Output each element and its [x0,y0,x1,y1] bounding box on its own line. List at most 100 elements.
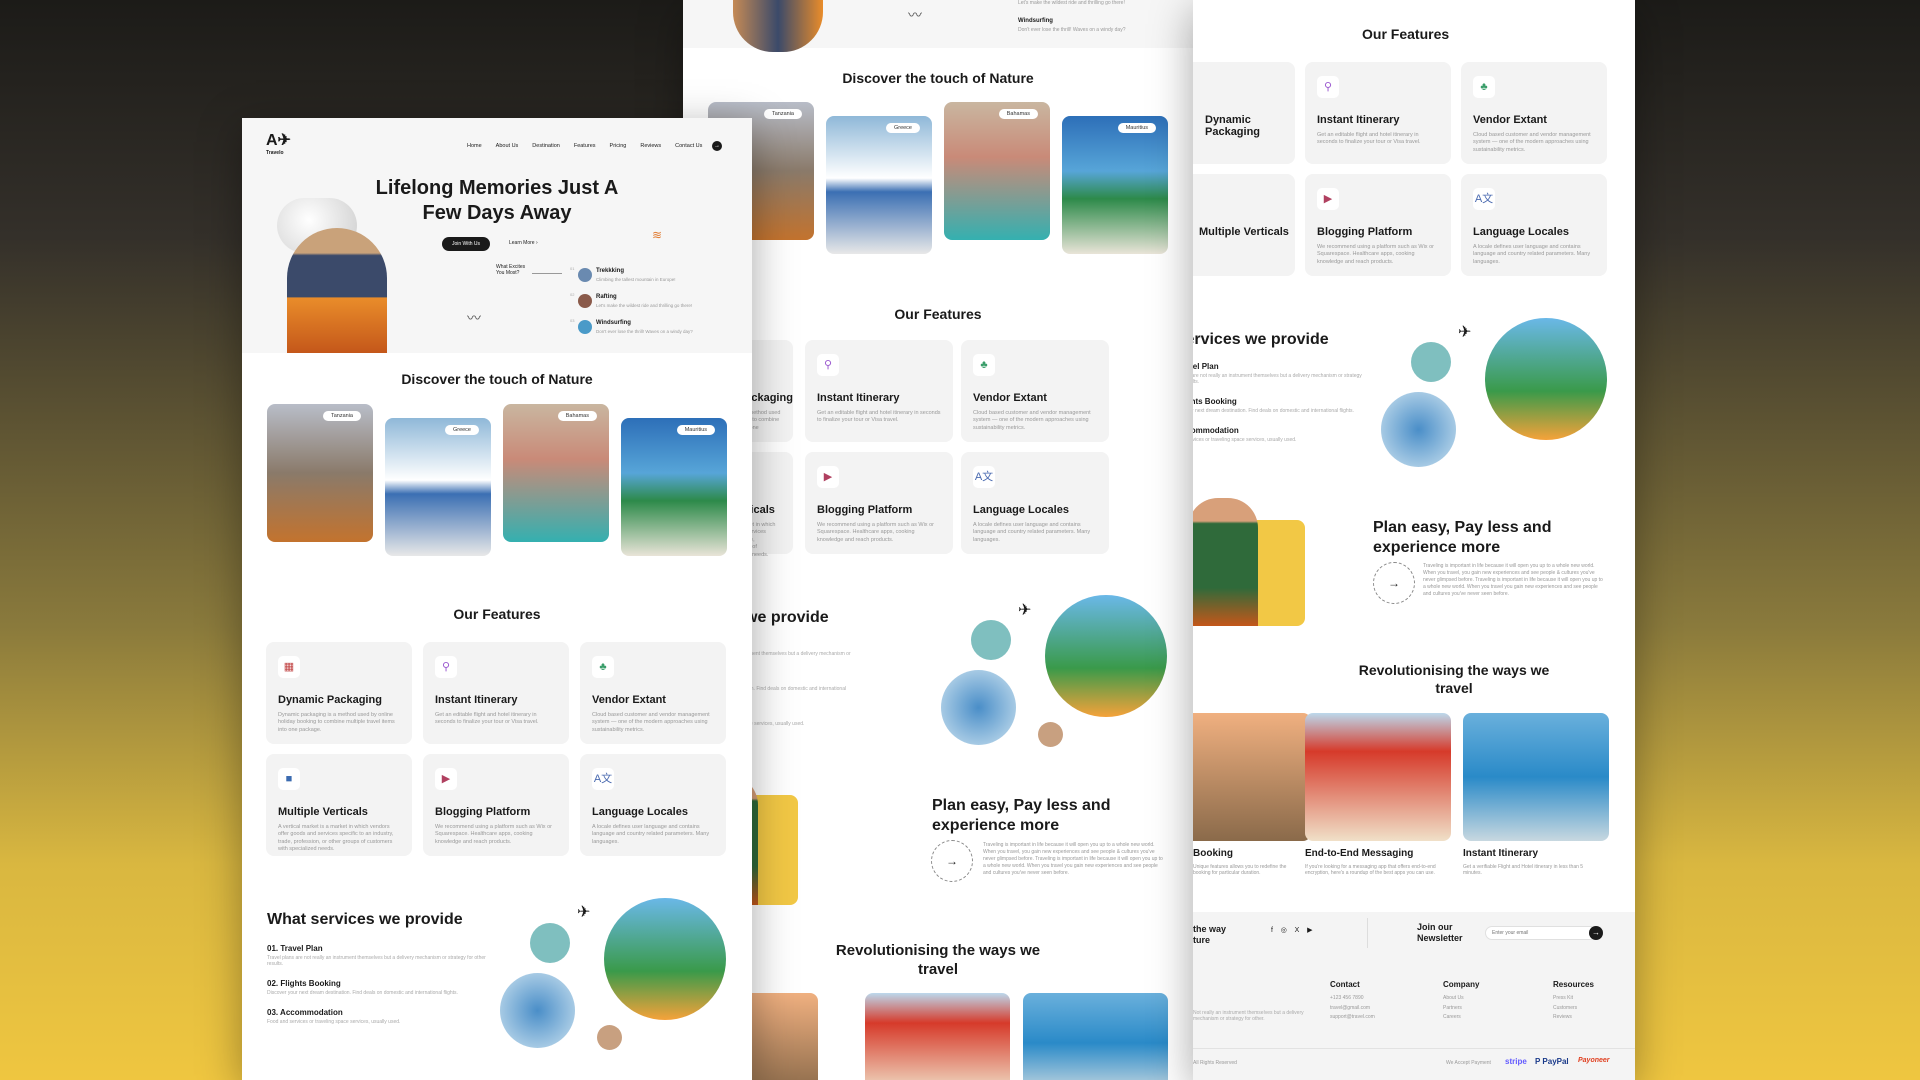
destination-pill: Bahamas [998,109,1038,119]
revolution-title-line: travel [1435,679,1473,696]
footer-divider [1367,918,1368,948]
x-icon[interactable]: X [1295,927,1300,934]
traveler-small-image [1411,342,1451,382]
footer-link[interactable]: About Us [1443,994,1464,1004]
plane-window-image [500,973,575,1048]
service-name[interactable]: 02. Flights Booking [267,979,487,988]
activity-name[interactable]: Rafting [596,294,617,300]
sun-doodle-icon: 〰 [908,7,922,23]
explore-arrow-badge[interactable]: → [1373,562,1415,604]
newsletter-email-input[interactable] [1485,926,1597,940]
footer-link[interactable]: travel@gmail.com [1330,1004,1375,1014]
feature-card: Multiple Verticals [1193,174,1295,276]
feature-name: Language Locales [973,504,1069,516]
feature-name: Blogging Platform [435,806,531,818]
newsletter-title-line: Join our [1417,922,1453,932]
plan-title: Plan easy, Pay less and experience more [932,796,1110,836]
activity-desc: Let's make the wildest ride and thrillin… [596,303,693,308]
destination-card-mauritius[interactable]: Mauritius [621,418,727,556]
destination-card-tanzania[interactable]: Tanzania [267,404,373,542]
footer-link[interactable]: Partners [1443,1004,1464,1014]
service-name[interactable]: 03. Accommodation [267,1008,487,1017]
learn-more-link[interactable]: Learn More › [509,240,538,246]
footer-link[interactable]: Customers [1553,1004,1577,1014]
contact-arrow-icon[interactable]: → [712,141,722,151]
footer-link[interactable]: Careers [1443,1013,1464,1023]
join-button[interactable]: Join With Us [442,237,490,251]
feature-desc: We recommend using a platform such as Wi… [1317,244,1434,265]
destination-pill: Mauritius [1117,123,1156,133]
footer-link[interactable]: Press Kit [1553,994,1577,1004]
youtube-icon[interactable]: ▶ [1307,927,1312,934]
feature-name: Instant Itinerary [1317,114,1400,126]
nav-pricing[interactable]: Pricing [610,143,627,149]
instagram-icon[interactable]: ◎ [1281,927,1287,934]
activity-name[interactable]: Trekkking [596,268,624,274]
footer-col-title: Resources [1553,980,1594,989]
feature-card: A文 Language Locales A locale defines user … [961,452,1109,554]
footer-col-title: Contact [1330,980,1360,989]
activity-desc: Let's make the wildest ride and thrillin… [1018,0,1125,6]
feature-card-language-locales[interactable]: A文 Language Locales A locale defines user … [580,754,726,856]
feature-card-blogging-platform[interactable]: ▶ Blogging Platform We recommend using a p… [423,754,569,856]
footer-link[interactable]: Reviews [1553,1013,1577,1023]
activity-desc: Climbing the tallest mountain in Europe! [596,277,676,282]
destination-card-bahamas[interactable]: Bahamas [503,404,609,542]
map-pin-icon: ⚲ [817,354,839,376]
destination-card-bahamas[interactable]: Bahamas [944,102,1050,240]
social-links: f ◎ X ▶ [1271,926,1312,934]
feature-card: ⚲ Instant Itinerary Get an editable flight… [805,340,953,442]
footer-resources-list: Press Kit Customers Reviews [1553,994,1577,1023]
feature-card-instant-itinerary[interactable]: ⚲ Instant Itinerary Get an editable flight… [423,642,569,744]
feature-desc: Get an editable flight and hotel itinera… [435,712,539,726]
destination-pill: Mauritius [676,425,715,435]
features-section-title: Our Features [894,306,982,322]
excites-line [532,273,562,274]
feature-name: Vendor Extant [592,694,666,706]
feature-card-dynamic-packaging[interactable]: ▦ Dynamic Packaging Dynamic packaging is a… [266,642,412,744]
nav-home[interactable]: Home [467,143,482,149]
newsletter-submit-button[interactable]: → [1589,926,1603,940]
feature-desc: A locale defines user language and conta… [592,824,710,845]
nav-about[interactable]: About Us [496,143,519,149]
footer-link[interactable]: support@travel.com [1330,1013,1375,1023]
logo-text: Travelo [266,150,284,156]
video-icon: ▶ [435,768,457,790]
service-desc: Food and services or traveling space ser… [1193,437,1297,443]
facebook-icon[interactable]: f [1271,927,1273,934]
destination-pill: Tanzania [322,411,361,421]
destination-card-greece[interactable]: Greece [385,418,491,556]
logo-plane-icon[interactable]: A✈ [266,133,291,149]
footer-link[interactable]: +123 456 7890 [1330,994,1375,1004]
traveler-small-image [971,620,1011,660]
revolution-title: Revolutionising the ways we travel [1193,662,1635,697]
nav-features[interactable]: Features [574,143,596,149]
service-desc: Food and services or traveling space ser… [267,1019,401,1025]
revolution-item-desc: Get a verifiable Flight and Hotel itiner… [1463,864,1584,876]
destination-card-mauritius[interactable]: Mauritius [1062,116,1168,254]
nature-section-title: Discover the touch of Nature [842,70,1034,86]
nav-destination[interactable]: Destination [532,143,560,149]
feature-desc: A locale defines user language and conta… [973,522,1091,543]
feature-card-vendor-extant[interactable]: ♣ Vendor Extant Cloud based customer and v… [580,642,726,744]
explore-arrow-badge[interactable]: → [931,840,973,882]
feature-card-multiple-verticals[interactable]: ■ Multiple Verticals A vertical market is … [266,754,412,856]
layers-icon: ▦ [278,656,300,678]
plan-title-line: experience more [1373,539,1501,556]
service-name[interactable]: 01. Travel Plan [267,944,487,953]
destination-card-greece[interactable]: Greece [826,116,932,254]
paper-plane-icon: ✈ [1458,324,1472,341]
network-icon: ♣ [973,354,995,376]
beach-umbrellas-image [1023,993,1168,1080]
plan-body: Traveling is important in life because i… [983,842,1163,876]
destination-pill: Bahamas [557,411,597,421]
nav-contact[interactable]: Contact Us [675,143,702,149]
learn-more-label: Learn More [509,240,535,246]
plane-window-image [941,670,1016,745]
footer-company-list: About Us Partners Careers [1443,994,1464,1023]
wave-doodle-icon: ≋ [652,228,663,242]
network-icon: ♣ [592,656,614,678]
activity-name[interactable]: Windsurfing [596,320,631,326]
beach-umbrellas-image [1463,713,1609,841]
nav-reviews[interactable]: Reviews [640,143,661,149]
